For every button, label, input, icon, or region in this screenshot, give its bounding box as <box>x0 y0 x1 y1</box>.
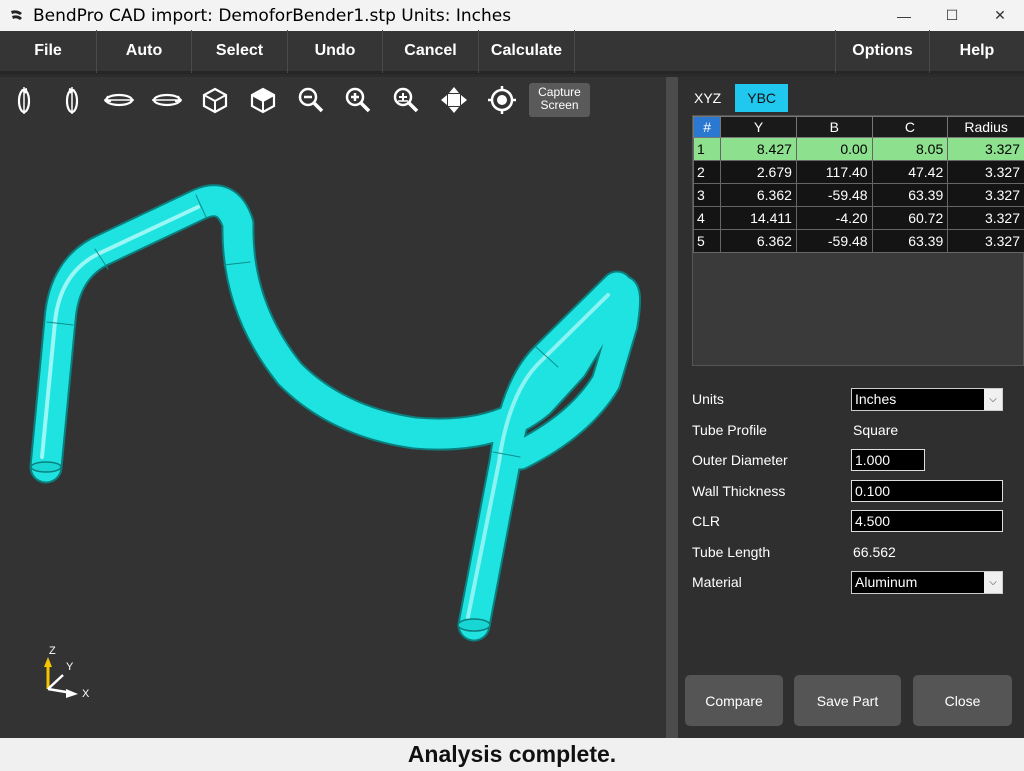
cell-c: 8.05 <box>871 137 949 161</box>
chevron-down-icon: ⌵ <box>984 572 1002 593</box>
bend-table: # Y B C Radius 1 8.427 0.00 8.05 3.327 2 <box>692 115 1024 366</box>
cell-index: 3 <box>692 183 722 207</box>
cell-b: 0.00 <box>795 137 873 161</box>
cell-c: 63.39 <box>871 183 949 207</box>
outer-diameter-field[interactable]: 1.000 <box>851 449 925 471</box>
cell-c: 63.39 <box>871 229 949 253</box>
cell-b: -4.20 <box>795 206 873 230</box>
tube-length-label: Tube Length <box>692 544 771 560</box>
cell-index: 5 <box>692 229 722 253</box>
cell-b: -59.48 <box>795 183 873 207</box>
menu-calculate[interactable]: Calculate <box>479 29 575 73</box>
outer-diameter-label: Outer Diameter <box>692 452 788 468</box>
table-row[interactable]: 2 2.679 117.40 47.42 3.327 <box>692 160 1024 184</box>
col-header-y: Y <box>720 116 797 138</box>
minimize-button[interactable]: — <box>880 0 928 31</box>
table-header: # Y B C Radius <box>692 116 1024 138</box>
axis-label-x: X <box>82 688 90 700</box>
cell-c: 47.42 <box>871 160 949 184</box>
axis-label-z: Z <box>49 645 56 657</box>
cell-index: 1 <box>692 137 722 161</box>
material-select-value: Aluminum <box>855 574 918 590</box>
chevron-down-icon: ⌵ <box>984 388 1002 410</box>
menu-bar: File Auto Select Undo Cancel Calculate O… <box>0 29 1024 74</box>
maximize-button[interactable]: ☐ <box>928 0 976 31</box>
col-header-c: C <box>871 116 949 138</box>
tab-xyz[interactable]: XYZ <box>686 84 729 112</box>
cell-index: 2 <box>692 160 722 184</box>
cell-index: 4 <box>692 206 722 230</box>
table-row[interactable]: 4 14.411 -4.20 60.72 3.327 <box>692 206 1024 230</box>
material-select[interactable]: Aluminum ⌵ <box>851 571 1003 594</box>
tube-length-value: 66.562 <box>853 544 896 560</box>
cell-c: 60.72 <box>871 206 949 230</box>
table-row[interactable]: 3 6.362 -59.48 63.39 3.327 <box>692 183 1024 207</box>
close-button[interactable]: Close <box>913 675 1012 726</box>
material-label: Material <box>692 574 742 590</box>
tube-model[interactable]: Z Y X <box>0 77 666 738</box>
compare-button[interactable]: Compare <box>685 675 783 726</box>
clr-field[interactable]: 4.500 <box>851 510 1003 532</box>
cell-y: 6.362 <box>720 183 797 207</box>
col-header-radius: Radius <box>947 116 1024 138</box>
3d-viewport[interactable]: Capture Screen Z Y X <box>0 77 666 738</box>
cell-radius: 3.327 <box>947 183 1024 207</box>
units-label: Units <box>692 391 724 407</box>
col-header-index: # <box>692 116 722 138</box>
axis-indicator: Z Y X <box>44 645 90 700</box>
menu-auto[interactable]: Auto <box>97 29 192 73</box>
title-bar: BendPro CAD import: DemoforBender1.stp U… <box>0 0 1024 31</box>
menu-cancel[interactable]: Cancel <box>383 29 479 73</box>
clr-label: CLR <box>692 513 721 529</box>
cell-radius: 3.327 <box>947 206 1024 230</box>
close-window-button[interactable]: ✕ <box>976 0 1024 31</box>
menu-select[interactable]: Select <box>192 29 288 73</box>
menu-file[interactable]: File <box>0 29 97 73</box>
cell-y: 14.411 <box>720 206 797 230</box>
status-bar: Analysis complete. <box>0 738 1024 771</box>
cell-y: 2.679 <box>720 160 797 184</box>
col-header-b: B <box>795 116 873 138</box>
window-title: BendPro CAD import: DemoforBender1.stp U… <box>33 5 512 26</box>
tube-profile-label: Tube Profile <box>692 422 767 438</box>
menu-undo[interactable]: Undo <box>288 29 383 73</box>
save-part-button[interactable]: Save Part <box>794 675 901 726</box>
cell-radius: 3.327 <box>947 137 1024 161</box>
units-select-value: Inches <box>855 390 897 407</box>
units-select[interactable]: Inches ⌵ <box>851 387 1003 411</box>
wall-thickness-label: Wall Thickness <box>692 483 786 499</box>
panel-splitter[interactable] <box>666 77 678 738</box>
tube-profile-value: Square <box>853 422 899 438</box>
cell-radius: 3.327 <box>947 160 1024 184</box>
cell-b: -59.48 <box>795 229 873 253</box>
table-row[interactable]: 1 8.427 0.00 8.05 3.327 <box>692 137 1024 161</box>
menu-options[interactable]: Options <box>835 29 930 73</box>
table-row[interactable]: 5 6.362 -59.48 63.39 3.327 <box>692 229 1024 253</box>
wall-thickness-field[interactable]: 0.100 <box>851 480 1003 502</box>
cell-radius: 3.327 <box>947 229 1024 253</box>
cell-b: 117.40 <box>795 160 873 184</box>
menu-help[interactable]: Help <box>930 30 1024 73</box>
bend-data-panel: XYZ YBC # Y B C Radius 1 8.427 0.00 8.05 <box>678 77 1024 738</box>
cell-y: 6.362 <box>720 229 797 253</box>
app-logo-icon <box>11 9 22 20</box>
axis-label-y: Y <box>66 661 74 673</box>
tab-ybc[interactable]: YBC <box>735 84 789 112</box>
cell-y: 8.427 <box>720 137 797 161</box>
